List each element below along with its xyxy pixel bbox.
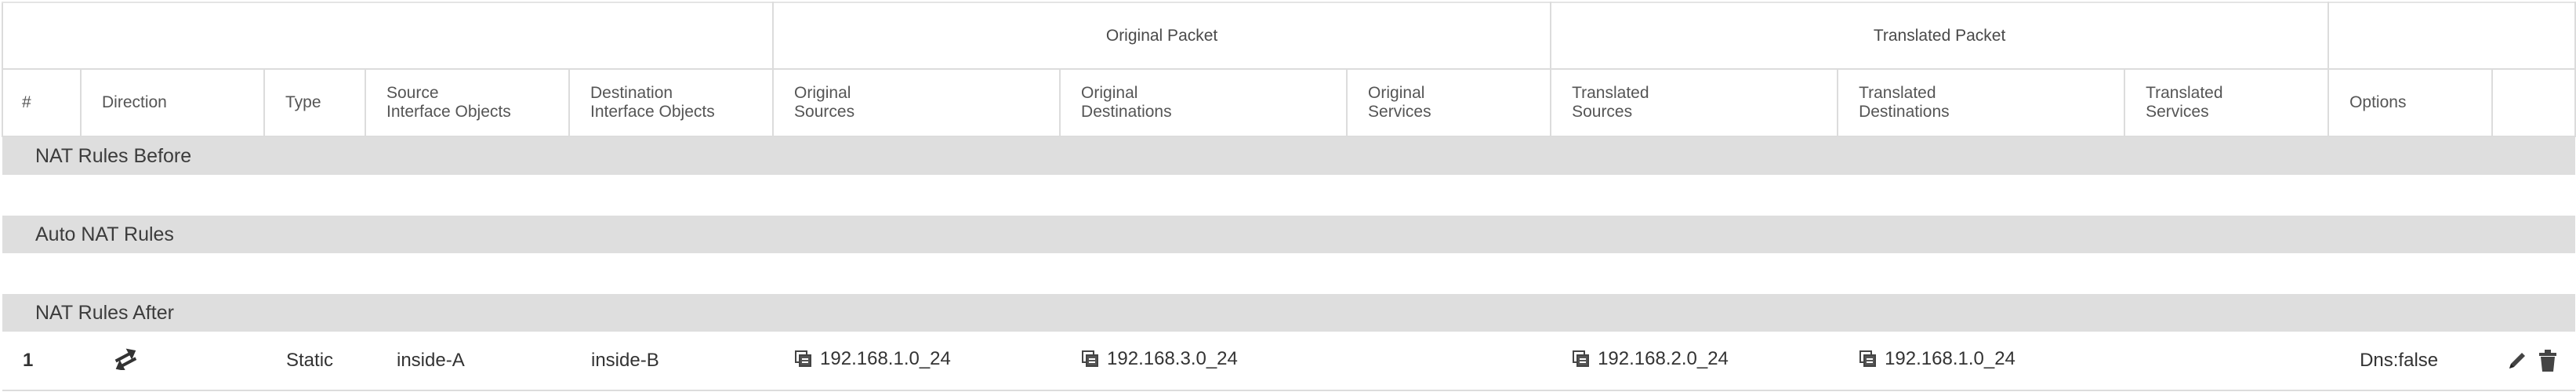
col-header-options[interactable]: Options	[2327, 68, 2494, 137]
delete-trash-icon[interactable]	[2538, 349, 2558, 372]
network-object-label: 192.168.1.0_24	[1885, 348, 2015, 369]
col-header-original-sources-line2: Sources	[794, 103, 855, 121]
section-empty-row	[2, 175, 2576, 216]
col-header-actions-blank	[2491, 68, 2576, 137]
col-header-destination-interface[interactable]: Destination Interface Objects	[568, 68, 775, 137]
network-object-label: 192.168.1.0_24	[820, 348, 951, 369]
col-header-translated-sources-line1: Translated	[1572, 84, 1649, 102]
network-object-icon	[795, 350, 812, 367]
group-header-options-blank	[2327, 2, 2576, 70]
col-header-original-services-line1: Original	[1368, 84, 1425, 102]
col-header-original-sources[interactable]: Original Sources	[772, 68, 1061, 137]
network-object-label: 192.168.3.0_24	[1107, 348, 1238, 369]
edit-pencil-icon[interactable]	[2506, 350, 2528, 372]
section-empty-row	[2, 253, 2576, 294]
section-label-nat-rules-after: NAT Rules After	[2, 294, 2576, 332]
col-header-source-interface-line1: Source	[386, 84, 439, 102]
col-header-translated-services-line2: Services	[2146, 103, 2209, 121]
col-header-type[interactable]: Type	[263, 68, 366, 137]
rule-original-destinations: 192.168.3.0_24	[1060, 332, 1348, 391]
col-header-source-interface-line2: Interface Objects	[386, 103, 511, 121]
network-object-icon	[1859, 350, 1877, 367]
col-header-direction[interactable]: Direction	[80, 68, 265, 137]
col-header-source-interface[interactable]: Source Interface Objects	[365, 68, 570, 137]
section-label-nat-rules-before: NAT Rules Before	[2, 136, 2576, 175]
rule-translated-sources: 192.168.2.0_24	[1551, 332, 1838, 391]
rule-actions	[2492, 332, 2576, 391]
column-header-row: # Direction Type Source Interface Object…	[2, 68, 2576, 137]
section-label-auto-nat-rules: Auto NAT Rules	[2, 216, 2576, 253]
rule-source-interface: inside-A	[365, 332, 569, 391]
col-header-original-destinations-line1: Original	[1081, 84, 1138, 102]
rule-direction	[81, 332, 264, 391]
rule-destination-interface: inside-B	[569, 332, 774, 391]
network-object-original-source[interactable]: 192.168.1.0_24	[795, 348, 951, 370]
col-header-translated-destinations-line1: Translated	[1859, 84, 1936, 102]
group-header-original-packet: Original Packet	[772, 2, 1552, 70]
nat-rules-table: Original Packet Translated Packet # Dire…	[1, 2, 2576, 391]
rule-number: 1	[2, 332, 81, 391]
col-header-original-destinations[interactable]: Original Destinations	[1059, 68, 1348, 137]
nat-rules-page: Original Packet Translated Packet # Dire…	[0, 0, 2576, 392]
table-row[interactable]: 1 Static inside-A inside-B 192.168.1.0_2…	[2, 332, 2576, 391]
col-header-translated-services[interactable]: Translated Services	[2124, 68, 2330, 137]
col-header-original-sources-line1: Original	[794, 84, 851, 102]
col-header-number[interactable]: #	[2, 68, 82, 137]
network-object-translated-source[interactable]: 192.168.2.0_24	[1573, 348, 1729, 370]
section-row-nat-rules-before[interactable]: NAT Rules Before	[2, 136, 2576, 175]
rule-original-sources: 192.168.1.0_24	[773, 332, 1061, 391]
col-header-translated-destinations[interactable]: Translated Destinations	[1837, 68, 2126, 137]
col-header-original-destinations-line2: Destinations	[1081, 103, 1172, 121]
group-header-translated-packet: Translated Packet	[1550, 2, 2330, 70]
section-row-nat-rules-after[interactable]: NAT Rules After	[2, 294, 2576, 332]
network-object-label: 192.168.2.0_24	[1598, 348, 1729, 369]
rule-translated-destinations: 192.168.1.0_24	[1838, 332, 2125, 391]
col-header-translated-destinations-line2: Destinations	[1859, 103, 1950, 121]
col-header-destination-interface-line2: Interface Objects	[590, 103, 715, 121]
network-object-icon	[1573, 350, 1590, 367]
network-object-translated-destination[interactable]: 192.168.1.0_24	[1859, 348, 2015, 370]
network-object-icon	[1082, 350, 1099, 367]
col-header-destination-interface-line1: Destination	[590, 84, 673, 102]
col-header-original-services-line2: Services	[1368, 103, 1431, 121]
rule-translated-services	[2124, 332, 2329, 391]
column-group-header-row: Original Packet Translated Packet	[1, 2, 2576, 70]
bidirectional-arrows-icon	[112, 348, 139, 375]
group-header-blank	[1, 2, 775, 70]
rule-type: Static	[264, 332, 365, 391]
col-header-original-services[interactable]: Original Services	[1346, 68, 1552, 137]
col-header-translated-sources-line2: Sources	[1572, 103, 1633, 121]
section-row-auto-nat-rules[interactable]: Auto NAT Rules	[2, 216, 2576, 253]
col-header-translated-sources[interactable]: Translated Sources	[1550, 68, 1839, 137]
network-object-original-destination[interactable]: 192.168.3.0_24	[1082, 348, 1238, 370]
rule-options: Dns:false	[2328, 332, 2493, 391]
rule-original-services	[1347, 332, 1551, 391]
col-header-translated-services-line1: Translated	[2146, 84, 2223, 102]
